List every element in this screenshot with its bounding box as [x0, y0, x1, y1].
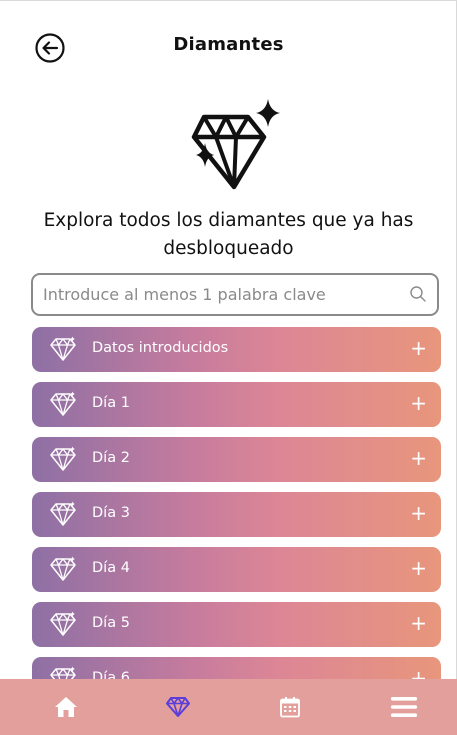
diamond-list: Datos introducidos + Día 1 + Día 2 + Día 3 + Día…: [32, 327, 441, 679]
hamburger-menu-icon: [391, 697, 417, 717]
diamond-icon: [49, 446, 77, 472]
nav-diamonds-button[interactable]: [138, 679, 218, 735]
expand-plus-button[interactable]: +: [410, 501, 427, 525]
diamond-icon: [49, 556, 77, 582]
diamond-list-item-label: Día 2: [92, 450, 130, 466]
calendar-icon: [280, 697, 300, 718]
diamond-list-item[interactable]: Día 1 +: [32, 382, 441, 427]
nav-home-button[interactable]: [26, 679, 106, 735]
header: Diamantes: [0, 22, 457, 70]
page-title: Diamantes: [173, 34, 284, 55]
expand-plus-button[interactable]: +: [410, 666, 427, 679]
search-icon[interactable]: [409, 285, 427, 303]
nav-calendar-button[interactable]: [250, 679, 330, 735]
diamond-list-item[interactable]: Día 5 +: [32, 602, 441, 647]
top-border: [0, 0, 457, 1]
diamond-icon: [49, 336, 77, 362]
diamond-list-item-label: Día 6: [92, 670, 130, 679]
diamond-icon: [49, 391, 77, 417]
page-subtitle: Explora todos los diamantes que ya has d…: [43, 210, 414, 259]
expand-plus-button[interactable]: +: [410, 556, 427, 580]
diamond-list-item-label: Datos introducidos: [92, 340, 229, 356]
search-box[interactable]: [31, 273, 439, 316]
expand-plus-button[interactable]: +: [410, 611, 427, 635]
hero-diamond: [188, 95, 280, 191]
diamond-list-item[interactable]: Día 3 +: [32, 492, 441, 537]
bottom-navigation: [0, 679, 457, 735]
diamond-list-item[interactable]: Datos introducidos +: [32, 327, 441, 372]
diamond-list-item-label: Día 1: [92, 395, 130, 411]
diamond-list-item-label: Día 4: [92, 560, 130, 576]
home-icon: [55, 697, 77, 717]
diamond-list-item[interactable]: Día 2 +: [32, 437, 441, 482]
expand-plus-button[interactable]: +: [410, 446, 427, 470]
diamond-list-item-label: Día 5: [92, 615, 130, 631]
expand-plus-button[interactable]: +: [410, 336, 427, 360]
diamond-icon: [49, 501, 77, 527]
diamond-list-item[interactable]: Día 6 +: [32, 657, 441, 679]
search-input[interactable]: [43, 275, 403, 313]
nav-menu-button[interactable]: [364, 679, 444, 735]
app-screen: Diamantes Explora todos los diamantes qu…: [0, 0, 457, 735]
diamond-list-item[interactable]: Día 4 +: [32, 547, 441, 592]
sparkling-diamond-icon: [191, 99, 280, 190]
diamond-icon: [166, 697, 190, 717]
diamond-icon: [49, 611, 77, 637]
diamond-icon: [49, 666, 77, 679]
expand-plus-button[interactable]: +: [410, 391, 427, 415]
diamond-list-item-label: Día 3: [92, 505, 130, 521]
